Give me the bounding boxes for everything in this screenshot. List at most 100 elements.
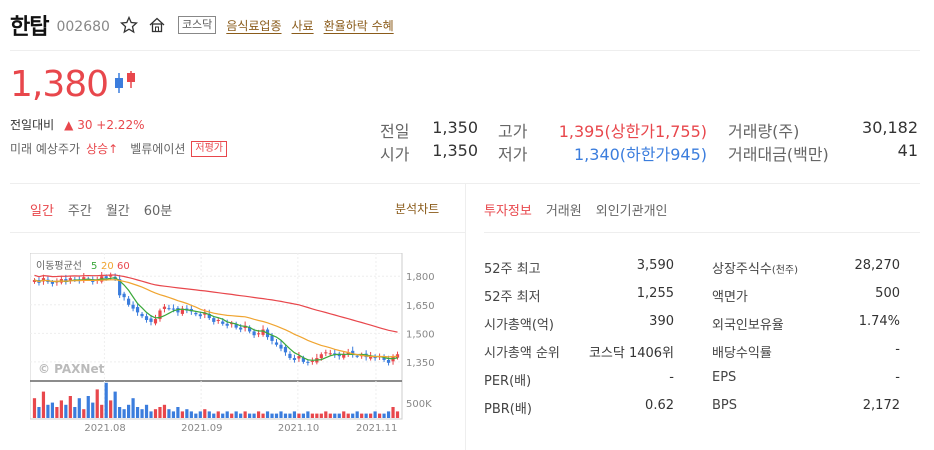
- invest-right-label-unit: (천주): [771, 265, 799, 276]
- invest-tabs: 투자정보 거래원 외인기관개인: [484, 200, 668, 219]
- volume-pane: [30, 380, 403, 420]
- candle-body: [283, 347, 288, 353]
- amount-value: 41: [897, 141, 918, 160]
- volume-bar: [104, 382, 108, 418]
- analysis-chart-link[interactable]: 분석차트: [395, 200, 439, 217]
- candle-body: [149, 318, 153, 322]
- candle-body: [131, 304, 135, 309]
- volume-bar: [198, 411, 202, 418]
- valuation-label: 벨류에이션: [130, 142, 186, 156]
- invest-left-value: 코스닥 1406위: [588, 346, 674, 361]
- high-value: 1,395(상한가1,755): [558, 122, 707, 141]
- tab-broker[interactable]: 거래원: [546, 200, 582, 219]
- volume-bar: [279, 411, 283, 418]
- y-tick-label: 1,500: [406, 329, 435, 340]
- candle-body: [310, 360, 314, 362]
- change-value: ▲ 30 +2.22%: [64, 117, 145, 132]
- volume-bar: [59, 400, 63, 418]
- invest-right-label-text: 액면가: [712, 290, 748, 305]
- expect-value[interactable]: 상승↑: [86, 140, 118, 157]
- volume-bar: [364, 413, 368, 418]
- invest-right-value: -: [895, 342, 900, 357]
- volume-bar: [171, 411, 176, 418]
- volume-bar: [382, 413, 386, 418]
- invest-right-label-text: EPS: [712, 370, 737, 385]
- chart-tabs: 일간 주간 월간 60분: [30, 200, 172, 219]
- volume-bar: [131, 398, 135, 418]
- volume-bar: [122, 409, 126, 418]
- current-price: 1,380: [10, 64, 109, 105]
- volume-bar: [189, 411, 193, 418]
- volume-bar: [82, 409, 86, 418]
- mini-candle-icon: [112, 70, 138, 100]
- tab-monthly[interactable]: 월간: [106, 200, 130, 219]
- tag-theme-feed[interactable]: 사료: [292, 17, 314, 34]
- volume-bar: [216, 411, 220, 418]
- candle-body: [127, 298, 131, 305]
- volume-bar: [333, 413, 337, 418]
- invest-row: 시가총액(억) 390 외국인보유율 1.74%: [484, 314, 904, 342]
- invest-left-label: PER(배): [484, 374, 532, 389]
- candle-body: [171, 308, 176, 310]
- volume-bar: [212, 413, 216, 418]
- candle-body: [328, 353, 332, 355]
- volume-tick: 500K: [406, 399, 432, 410]
- volume-bar: [158, 407, 162, 418]
- volume-bar: [185, 409, 189, 418]
- volume-bar: [73, 407, 77, 418]
- tab-daily[interactable]: 일간: [30, 200, 54, 219]
- tab-weekly[interactable]: 주간: [68, 200, 92, 219]
- volume-bar: [377, 413, 382, 418]
- candle-body: [216, 320, 220, 321]
- volume-bar: [288, 413, 292, 418]
- volume-bar: [230, 413, 234, 418]
- candle-body: [167, 308, 171, 310]
- candle-body: [355, 355, 359, 357]
- high-label: 고가: [498, 122, 528, 141]
- price-chart[interactable]: © PAXNet 이동평균선 5 20 60 1,800 1,650 1,500 1,…: [30, 253, 440, 435]
- tag-sector[interactable]: 음식료업종: [226, 17, 281, 34]
- invest-right-label: 배당수익률: [712, 342, 772, 361]
- y-tick-label: 1,650: [406, 301, 435, 312]
- volume-bar: [261, 413, 265, 418]
- tag-theme-fx[interactable]: 환율하락 수혜: [324, 17, 394, 34]
- star-icon[interactable]: [119, 16, 138, 34]
- volume-label: 거래량(주): [728, 122, 800, 141]
- invest-row: PER(배) - EPS -: [484, 370, 904, 398]
- tab-invest-info[interactable]: 투자정보: [484, 200, 532, 219]
- volume-bar: [369, 413, 373, 418]
- candle-body: [144, 316, 149, 320]
- candle-body: [279, 344, 283, 349]
- valuation-badge[interactable]: 저평가: [191, 140, 228, 157]
- tab-60min[interactable]: 60분: [144, 200, 173, 219]
- volume-bar: [153, 409, 158, 418]
- candle-body: [135, 307, 140, 313]
- volume-bar: [248, 413, 252, 418]
- invest-left-label: 시가총액 순위: [484, 346, 560, 361]
- volume-bar: [180, 411, 184, 418]
- volume-bar: [221, 413, 225, 418]
- candle-body: [324, 352, 328, 354]
- volume-bar: [113, 391, 117, 418]
- stock-header: 한탑 002680 코스닥 음식료업종 사료 환율하락 수혜: [10, 10, 394, 40]
- tab-investor[interactable]: 외인기관개인: [596, 200, 668, 219]
- candle-body: [50, 281, 55, 284]
- volume-bar: [149, 411, 153, 418]
- volume-bar: [41, 391, 46, 418]
- home-icon[interactable]: [148, 16, 166, 34]
- invest-row: PBR(배) 0.62 BPS 2,172: [484, 398, 904, 426]
- invest-left-value: 1,255: [636, 286, 674, 301]
- volume-bar: [167, 409, 171, 418]
- watermark: © PAXNet: [38, 362, 105, 376]
- open-value: 1,350: [432, 141, 478, 160]
- volume-bar: [256, 411, 261, 418]
- candle-body: [288, 353, 292, 359]
- volume-bar: [194, 413, 198, 418]
- ma-5-label: 5: [91, 261, 97, 272]
- invest-right-label: 상장주식수(천주): [712, 258, 798, 277]
- volume-bar: [225, 411, 229, 418]
- candle-body: [270, 335, 274, 341]
- change-row: 전일대비 ▲ 30 +2.22%: [10, 116, 144, 133]
- volume-bar: [301, 413, 305, 418]
- volume-bar: [32, 398, 37, 418]
